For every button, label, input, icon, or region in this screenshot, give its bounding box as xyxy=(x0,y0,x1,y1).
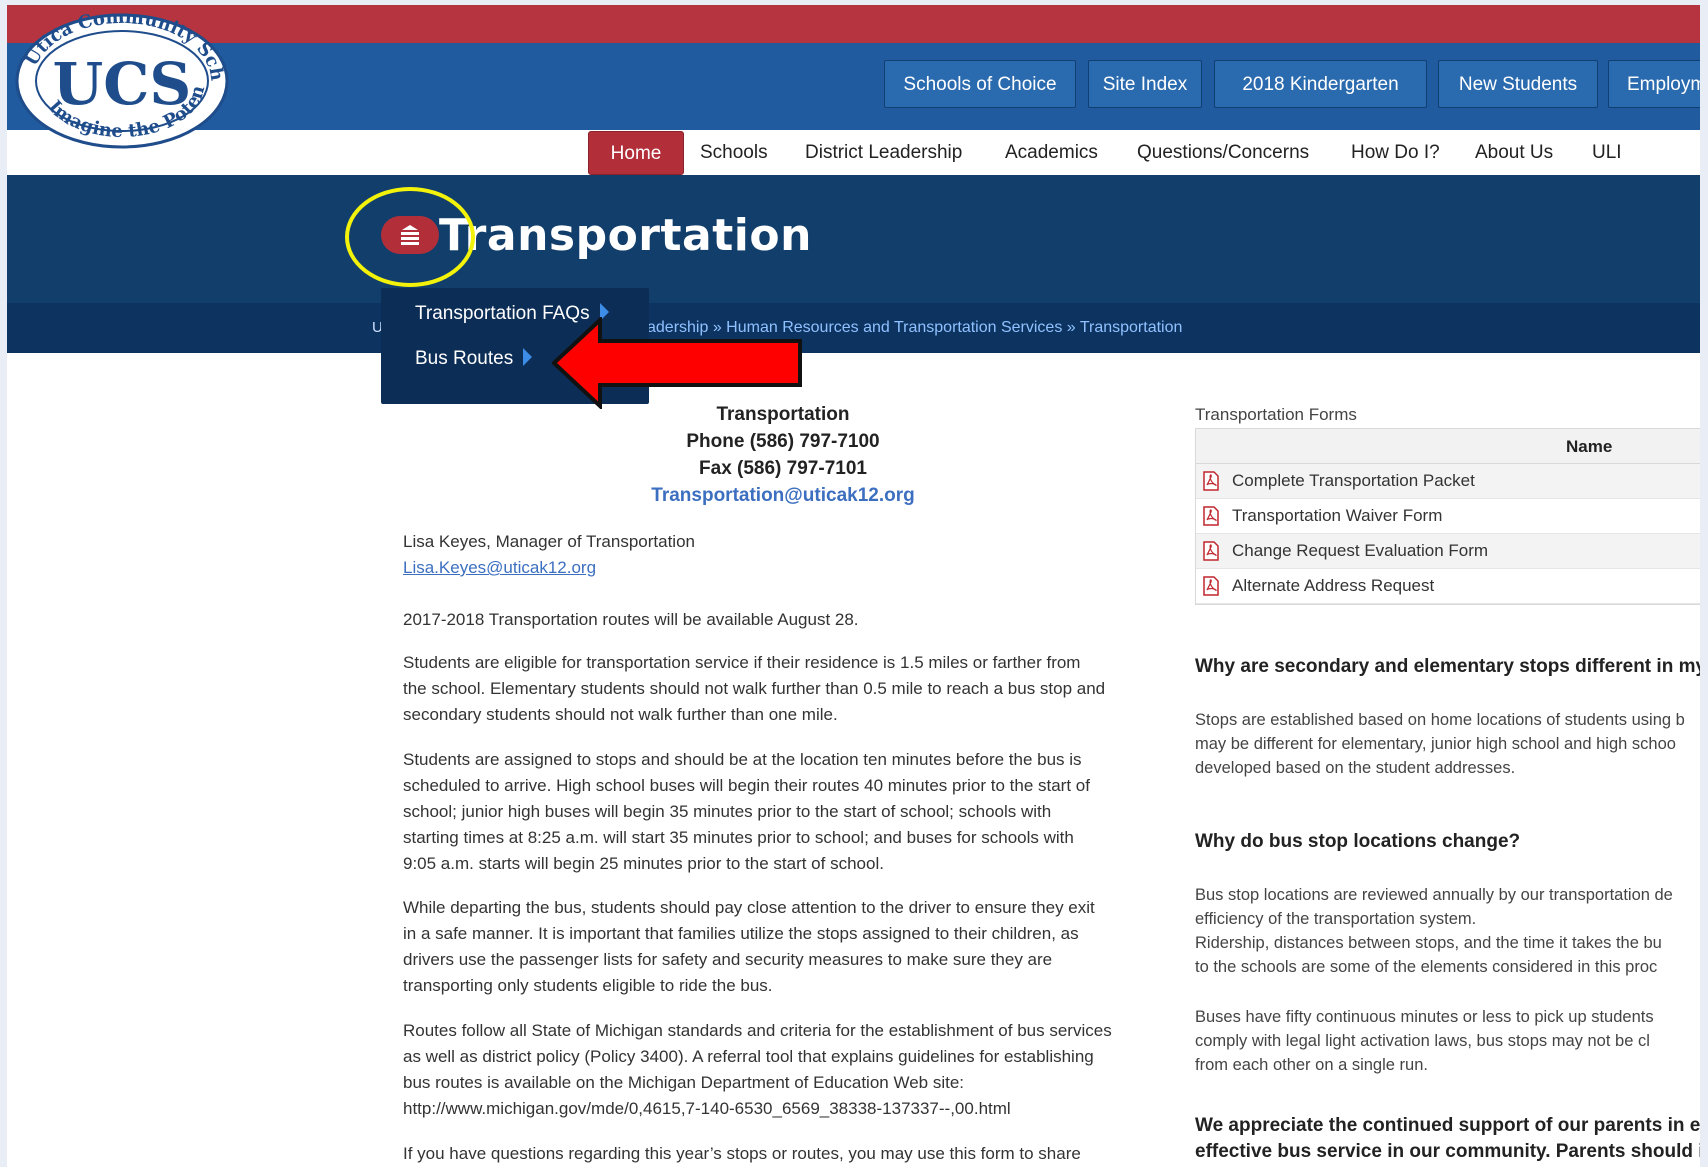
eligibility-paragraph: Students are eligible for transportation… xyxy=(403,650,1163,728)
faq-question-stops: Why are secondary and elementary stops d… xyxy=(1195,656,1700,677)
nav-questions-concerns[interactable]: Questions/Concerns xyxy=(1137,131,1309,175)
text-line: in a safe manner. It is important that f… xyxy=(403,924,1079,943)
pdf-icon xyxy=(1203,506,1219,526)
nav-how-do-i[interactable]: How Do I? xyxy=(1351,131,1440,175)
form-link[interactable]: Complete Transportation Packet xyxy=(1232,471,1475,491)
ucs-logo[interactable]: Utica Community Schools Imagine the Pote… xyxy=(11,9,233,153)
text-line: effective bus service in our community. … xyxy=(1195,1141,1700,1162)
table-row[interactable]: Change Request Evaluation Form xyxy=(1196,534,1700,569)
logo-monogram: UCS xyxy=(53,50,192,118)
nav-academics[interactable]: Academics xyxy=(1005,131,1098,175)
text-line: transporting only students eligible to r… xyxy=(403,976,773,995)
manager-line: Lisa Keyes, Manager of Transportation xyxy=(403,532,695,551)
nav-schools[interactable]: Schools xyxy=(700,131,768,175)
text-line: to the schools are some of the elements … xyxy=(1195,958,1658,976)
text-line: from each other on a single run. xyxy=(1195,1056,1428,1074)
text-line: efficiency of the transportation system. xyxy=(1195,910,1477,928)
util-nav-employment[interactable]: Employm xyxy=(1608,60,1700,108)
nav-district-leadership[interactable]: District Leadership xyxy=(805,131,962,175)
form-link[interactable]: Alternate Address Request xyxy=(1232,576,1434,596)
text-line: 9:05 a.m. starts will begin 25 minutes p… xyxy=(403,854,884,873)
util-nav-kindergarten[interactable]: 2018 Kindergarten xyxy=(1214,60,1427,108)
routes-availability: 2017-2018 Transportation routes will be … xyxy=(403,610,859,629)
annotation-arrow-icon xyxy=(552,317,802,409)
caret-right-icon xyxy=(523,348,533,366)
annotation-highlight-circle xyxy=(345,187,475,287)
stops-paragraph: Students are assigned to stops and shoul… xyxy=(403,747,1163,877)
pdf-icon xyxy=(1203,576,1219,596)
contact-block: Transportation Phone (586) 797-7100 Fax … xyxy=(403,401,1163,509)
text-line: the school. Elementary students should n… xyxy=(403,679,1106,698)
table-row[interactable]: Complete Transportation Packet xyxy=(1196,464,1700,499)
dropdown-item-label: Bus Routes xyxy=(415,348,514,369)
nav-home[interactable]: Home xyxy=(588,131,684,175)
text-line: Students are eligible for transportation… xyxy=(403,653,1081,672)
util-nav-site-index[interactable]: Site Index xyxy=(1088,60,1202,108)
faq-answer-stops: Stops are established based on home loca… xyxy=(1195,708,1700,780)
text-line: drivers use the passenger lists for safe… xyxy=(403,950,1053,969)
contact-fax: Fax (586) 797-7101 xyxy=(699,458,867,479)
text-line: school; junior high buses will begin 35 … xyxy=(403,802,1052,821)
faq-question-locations: Why do bus stop locations change? xyxy=(1195,831,1521,852)
nav-uli[interactable]: ULI xyxy=(1592,131,1622,175)
text-line: starting times at 8:25 a.m. will start 3… xyxy=(403,828,1074,847)
browser-page: Utica Community Schools Imagine the Pote… xyxy=(7,5,1700,1167)
hero-band xyxy=(7,175,1700,303)
mde-url[interactable]: http://www.michigan.gov/mde/0,4615,7-140… xyxy=(403,1096,1163,1122)
top-stripe xyxy=(7,5,1700,43)
text-line: may be different for elementary, junior … xyxy=(1195,735,1676,753)
text-line: We appreciate the continued support of o… xyxy=(1195,1115,1700,1136)
text-line: as well as district policy (Policy 3400)… xyxy=(403,1047,1094,1066)
form-link[interactable]: Transportation Waiver Form xyxy=(1232,506,1442,526)
text-line: Ridership, distances between stops, and … xyxy=(1195,934,1662,952)
util-nav-schools-of-choice[interactable]: Schools of Choice xyxy=(884,60,1076,108)
nav-about-us[interactable]: About Us xyxy=(1475,131,1553,175)
text-line: While departing the bus, students should… xyxy=(403,898,1095,917)
form-link[interactable]: Change Request Evaluation Form xyxy=(1232,541,1488,561)
table-row[interactable]: Alternate Address Request xyxy=(1196,569,1700,604)
forms-label: Transportation Forms xyxy=(1195,405,1357,424)
dropdown-item-bus-routes[interactable]: Bus Routes xyxy=(415,348,533,370)
pdf-icon xyxy=(1203,541,1219,561)
text-line: comply with legal light activation laws,… xyxy=(1195,1032,1650,1050)
text-line: Routes follow all State of Michigan stan… xyxy=(403,1021,1112,1040)
faq-answer-minutes: Buses have fifty continuous minutes or l… xyxy=(1195,1005,1700,1077)
text-line: secondary students should not walk furth… xyxy=(403,705,838,724)
page-title: Transportation xyxy=(439,210,812,261)
manager-email-link[interactable]: Lisa.Keyes@uticak12.org xyxy=(403,555,1163,581)
forms-table-header[interactable]: Name xyxy=(1196,429,1700,464)
text-line: Students are assigned to stops and shoul… xyxy=(403,750,1082,769)
text-line: scheduled to arrive. High school buses w… xyxy=(403,776,1090,795)
contact-email-link[interactable]: Transportation@uticak12.org xyxy=(403,482,1163,509)
forms-table: Name Complete Transportation Packet Tran… xyxy=(1195,428,1700,605)
faq-appreciation: We appreciate the continued support of o… xyxy=(1195,1113,1700,1165)
table-row[interactable]: Transportation Waiver Form xyxy=(1196,499,1700,534)
faq-answer-locations: Bus stop locations are reviewed annually… xyxy=(1195,883,1700,979)
text-line: Buses have fifty continuous minutes or l… xyxy=(1195,1008,1654,1026)
util-nav-new-students[interactable]: New Students xyxy=(1438,60,1598,108)
contact-phone: Phone (586) 797-7100 xyxy=(686,431,880,452)
text-line: Bus stop locations are reviewed annually… xyxy=(1195,886,1673,904)
text-line: Stops are established based on home loca… xyxy=(1195,711,1685,729)
text-line: developed based on the student addresses… xyxy=(1195,759,1516,777)
safety-paragraph: While departing the bus, students should… xyxy=(403,895,1163,999)
questions-paragraph: If you have questions regarding this yea… xyxy=(403,1144,1081,1163)
column-name-header: Name xyxy=(1566,437,1613,456)
text-line: bus routes is available on the Michigan … xyxy=(403,1073,964,1092)
pdf-icon xyxy=(1203,471,1219,491)
standards-paragraph: Routes follow all State of Michigan stan… xyxy=(403,1018,1163,1122)
contact-title: Transportation xyxy=(716,404,850,425)
